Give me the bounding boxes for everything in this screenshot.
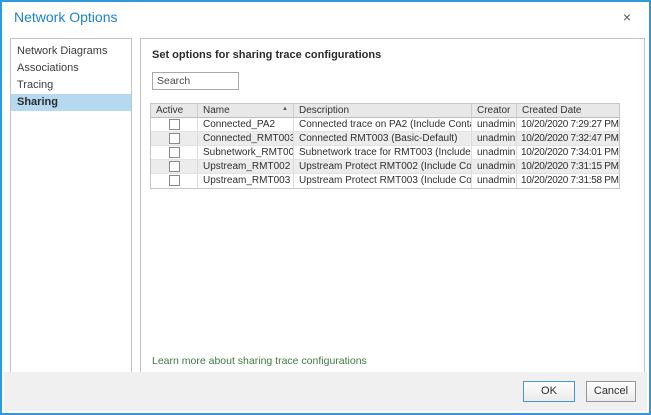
creator-cell: unadmin xyxy=(472,118,517,131)
active-checkbox[interactable] xyxy=(169,175,180,186)
sidebar-item-associations[interactable]: Associations xyxy=(11,60,131,77)
title-bar: Network Options × xyxy=(2,2,649,32)
name-cell: Connected_PA2 xyxy=(198,118,294,131)
creator-cell: unadmin xyxy=(472,174,517,188)
name-cell: Upstream_RMT003 xyxy=(198,174,294,188)
created-date-cell: 10/20/2020 7:29:27 PM xyxy=(517,118,621,131)
column-header-name[interactable]: Name▲ xyxy=(198,104,294,117)
sharing-options-panel: Set options for sharing trace configurat… xyxy=(140,38,645,376)
table-header-row: Active Name▲ Description Creator Created… xyxy=(151,104,619,118)
sidebar-item-tracing[interactable]: Tracing xyxy=(11,77,131,94)
column-header-description[interactable]: Description xyxy=(294,104,472,117)
table-body: Connected_PA2 Connected trace on PA2 (In… xyxy=(151,118,619,188)
sidebar-item-network-diagrams[interactable]: Network Diagrams xyxy=(11,43,131,60)
name-cell: Subnetwork_RMT003 xyxy=(198,146,294,159)
creator-cell: unadmin xyxy=(472,160,517,173)
description-cell: Upstream Protect RMT002 (Include Contain… xyxy=(294,160,472,173)
creator-cell: unadmin xyxy=(472,146,517,159)
learn-more-link[interactable]: Learn more about sharing trace configura… xyxy=(152,355,367,367)
ok-button[interactable]: OK xyxy=(523,381,575,402)
options-sidebar: Network Diagrams Associations Tracing Sh… xyxy=(10,38,132,376)
description-cell: Upstream Protect RMT003 (Include Content… xyxy=(294,174,472,188)
table-row[interactable]: Connected_PA2 Connected trace on PA2 (In… xyxy=(151,118,619,132)
creator-cell: unadmin xyxy=(472,132,517,145)
table-row[interactable]: Upstream_RMT003 Upstream Protect RMT003 … xyxy=(151,174,619,188)
created-date-cell: 10/20/2020 7:31:58 PM xyxy=(517,174,621,188)
column-header-creator[interactable]: Creator xyxy=(472,104,517,117)
search-input[interactable] xyxy=(152,72,239,90)
active-checkbox[interactable] xyxy=(169,133,180,144)
active-checkbox[interactable] xyxy=(169,161,180,172)
created-date-cell: 10/20/2020 7:34:01 PM xyxy=(517,146,621,159)
active-checkbox[interactable] xyxy=(169,119,180,130)
cancel-button[interactable]: Cancel xyxy=(586,381,636,402)
close-icon[interactable]: × xyxy=(618,8,636,26)
name-cell: Upstream_RMT002 xyxy=(198,160,294,173)
table-row[interactable]: Subnetwork_RMT003 Subnetwork trace for R… xyxy=(151,146,619,160)
sort-ascending-icon: ▲ xyxy=(282,106,288,112)
trace-configurations-table: Active Name▲ Description Creator Created… xyxy=(150,103,620,189)
panel-heading: Set options for sharing trace configurat… xyxy=(152,49,381,61)
network-options-dialog: Network Options × Network Diagrams Assoc… xyxy=(0,0,651,415)
column-header-active[interactable]: Active xyxy=(151,104,198,117)
table-row[interactable]: Upstream_RMT002 Upstream Protect RMT002 … xyxy=(151,160,619,174)
created-date-cell: 10/20/2020 7:31:15 PM xyxy=(517,160,621,173)
name-cell: Connected_RMT003 xyxy=(198,132,294,145)
sidebar-item-sharing[interactable]: Sharing xyxy=(11,94,131,111)
description-cell: Connected RMT003 (Basic-Default) xyxy=(294,132,472,145)
active-checkbox[interactable] xyxy=(169,147,180,158)
dialog-title: Network Options xyxy=(14,9,117,25)
dialog-footer: OK Cancel xyxy=(4,372,647,411)
description-cell: Connected trace on PA2 (Include Containe… xyxy=(294,118,472,131)
description-cell: Subnetwork trace for RMT003 (Include Con… xyxy=(294,146,472,159)
column-header-created-date[interactable]: Created Date xyxy=(517,104,621,117)
created-date-cell: 10/20/2020 7:32:47 PM xyxy=(517,132,621,145)
table-row[interactable]: Connected_RMT003 Connected RMT003 (Basic… xyxy=(151,132,619,146)
